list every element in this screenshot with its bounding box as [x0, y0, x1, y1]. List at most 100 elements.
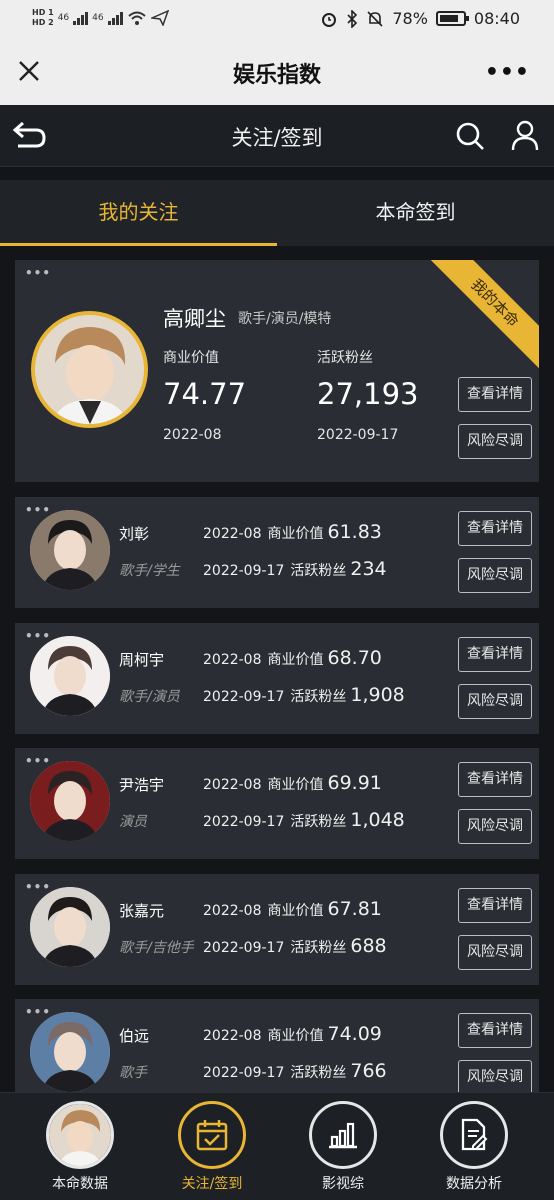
- fans-label: 活跃粉丝: [290, 814, 347, 830]
- commercial-date: 2022-08: [203, 777, 262, 793]
- person-name: 伯远: [119, 1027, 150, 1045]
- commercial-date: 2022-08: [203, 903, 262, 919]
- tab-my-follow[interactable]: 我的关注: [0, 180, 277, 246]
- clock: 08:40: [473, 9, 520, 28]
- list-item[interactable]: ••• 尹浩宇演员 2022-08 商业价值 69.91 2022-09-17 活跃粉丝 1,…: [15, 748, 539, 859]
- nav-label-data-analysis: 数据分析: [446, 1176, 502, 1192]
- fans-date: 2022-09-17: [317, 427, 399, 443]
- commercial-date: 2022-08: [203, 1028, 262, 1044]
- fans-value: 1,048: [350, 809, 405, 831]
- app-header: 关注/签到: [0, 105, 554, 167]
- view-detail-button[interactable]: 查看详情: [458, 511, 532, 546]
- person-name: 尹浩宇: [119, 776, 165, 794]
- commercial-label: 商业价值: [267, 526, 324, 542]
- more-dots[interactable]: •••: [25, 266, 51, 280]
- more-dots[interactable]: •••: [25, 503, 51, 517]
- fans-label: 活跃粉丝: [290, 563, 347, 579]
- net2-label: 46: [92, 13, 104, 23]
- commercial-date: 2022-08: [203, 526, 262, 542]
- battery-icon: [435, 11, 469, 26]
- status-bar: HD 1 HD 2 46 46 78% 08:40: [0, 0, 554, 38]
- fans-label: 活跃粉丝: [317, 350, 373, 366]
- featured-card: ••• 我的本命 高卿尘 歌手/演员/模特 商业价值 活跃粉丝 74.77 27…: [15, 260, 539, 482]
- risk-check-button[interactable]: 风险尽调: [458, 935, 532, 970]
- commercial-value: 74.09: [327, 1023, 382, 1045]
- person-tags: 演员: [119, 814, 147, 830]
- battery-percent: 78%: [392, 9, 428, 28]
- more-dots[interactable]: •••: [25, 880, 51, 894]
- person-tags: 歌手/吉他手: [119, 940, 194, 956]
- fans-row: 2022-09-17 活跃粉丝 234: [203, 558, 387, 580]
- avatar: [46, 1101, 114, 1169]
- commercial-date: 2022-08: [163, 427, 222, 443]
- nav-data-analysis[interactable]: 数据分析: [424, 1101, 524, 1193]
- avatar: [31, 311, 148, 428]
- avatar: [30, 636, 110, 716]
- fans-date: 2022-09-17: [203, 1065, 285, 1081]
- avatar: [30, 510, 110, 590]
- hd2-label: HD 2: [32, 18, 54, 27]
- signal-icon: [73, 11, 89, 25]
- view-detail-button[interactable]: 查看详情: [458, 888, 532, 923]
- list-item[interactable]: ••• 刘彰 歌手/学生 2022-08 商业价值 61.83 2022-09-17 活跃粉丝…: [15, 497, 539, 608]
- risk-check-button[interactable]: 风险尽调: [458, 684, 532, 719]
- commercial-row: 2022-08 商业价值 68.70: [203, 647, 382, 669]
- view-detail-button[interactable]: 查看详情: [458, 637, 532, 672]
- list-item[interactable]: ••• 张嘉元 歌手/吉他手 2022-08 商业价值 67.81 2022-09-17 活跃…: [15, 874, 539, 985]
- window-title-bar: 娱乐指数 •••: [0, 38, 554, 105]
- nav-idol-data[interactable]: 本命数据: [30, 1101, 130, 1193]
- commercial-value: 69.91: [327, 772, 382, 794]
- fans-row: 2022-09-17 活跃粉丝 1,908: [203, 684, 405, 706]
- fans-value: 688: [350, 935, 387, 957]
- view-detail-button[interactable]: 查看详情: [458, 762, 532, 797]
- commercial-label: 商业价值: [267, 777, 324, 793]
- nav-label-film-tv: 影视综: [322, 1176, 364, 1192]
- mute-bell-icon: [367, 10, 383, 27]
- fans-row: 2022-09-17 活跃粉丝 688: [203, 935, 387, 957]
- bar-chart-icon: [329, 1122, 357, 1149]
- commercial-date: 2022-08: [203, 652, 262, 668]
- person-tags: 歌手/演员: [119, 689, 180, 705]
- nav-label-idol-data: 本命数据: [52, 1176, 108, 1192]
- fans-date: 2022-09-17: [203, 814, 285, 830]
- avatar: [30, 887, 110, 967]
- risk-check-button[interactable]: 风险尽调: [458, 424, 532, 459]
- risk-check-button[interactable]: 风险尽调: [458, 558, 532, 593]
- bottom-nav: 本命数据 关注/签到 影视综 数据分析: [0, 1092, 554, 1200]
- fans-value: 234: [350, 558, 387, 580]
- fans-label: 活跃粉丝: [290, 1065, 347, 1081]
- avatar: [30, 1012, 110, 1092]
- status-right: 78% 08:40: [320, 9, 520, 28]
- search-icon[interactable]: [454, 120, 486, 152]
- commercial-value: 67.81: [327, 898, 382, 920]
- fans-date: 2022-09-17: [203, 563, 285, 579]
- commercial-label: 商业价值: [267, 1028, 324, 1044]
- fans-value: 766: [350, 1060, 387, 1082]
- commercial-label: 商业价值: [163, 350, 219, 366]
- fans-date: 2022-09-17: [203, 940, 285, 956]
- commercial-value: 74.77: [163, 377, 247, 411]
- user-icon[interactable]: [510, 119, 540, 151]
- risk-check-button[interactable]: 风险尽调: [458, 809, 532, 844]
- view-detail-button[interactable]: 查看详情: [458, 1013, 532, 1048]
- fans-row: 2022-09-17 活跃粉丝 766: [203, 1060, 387, 1082]
- nav-film-tv[interactable]: 影视综: [293, 1101, 393, 1193]
- risk-check-button[interactable]: 风险尽调: [458, 1060, 532, 1095]
- avatar: [30, 761, 110, 841]
- more-dots[interactable]: •••: [25, 754, 51, 768]
- list-item[interactable]: ••• 周柯宇 歌手/演员 2022-08 商业价值 68.70 2022-09-17 活跃粉…: [15, 623, 539, 734]
- view-detail-button[interactable]: 查看详情: [458, 377, 532, 412]
- fans-label: 活跃粉丝: [290, 940, 347, 956]
- tab-bar: 我的关注 本命签到: [0, 180, 554, 246]
- signal-icon-2: [107, 11, 123, 25]
- more-dots[interactable]: •••: [25, 629, 51, 643]
- fans-value: 27,193: [317, 377, 419, 411]
- person-name: 刘彰: [119, 525, 150, 543]
- tab-checkin[interactable]: 本命签到: [277, 180, 554, 246]
- nav-follow-checkin[interactable]: 关注/签到: [162, 1101, 262, 1193]
- commercial-row: 2022-08 商业价值 61.83: [203, 521, 382, 543]
- person-tags: 歌手: [119, 1065, 147, 1081]
- more-dots[interactable]: •••: [25, 1005, 51, 1019]
- more-menu-button[interactable]: •••: [485, 60, 530, 85]
- net1-label: 46: [57, 13, 70, 23]
